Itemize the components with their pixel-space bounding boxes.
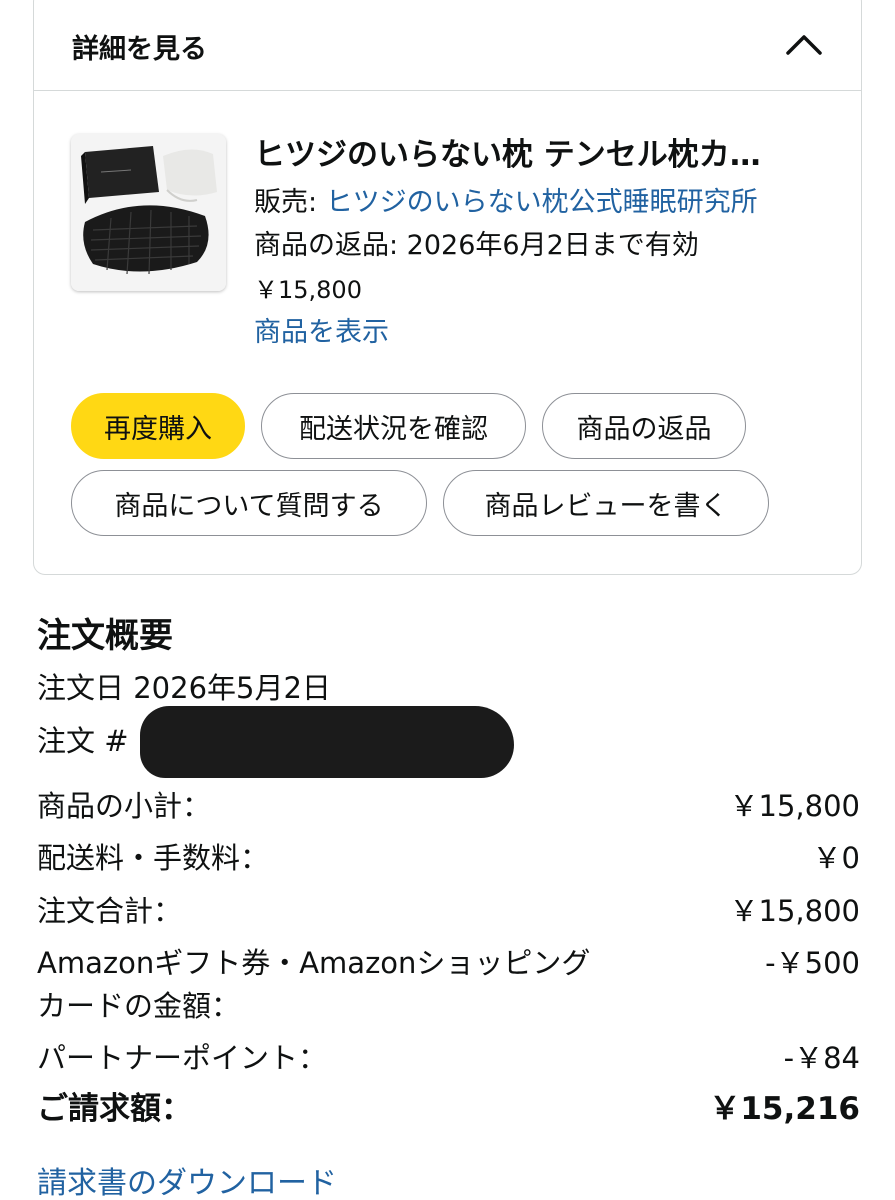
write-review-button[interactable]: 商品レビューを書く <box>443 470 769 536</box>
order-summary-title: 注文概要 <box>37 616 173 656</box>
shipping-value: ￥0 <box>812 841 860 875</box>
subtotal-label: 商品の小計： <box>37 789 212 823</box>
seller-link[interactable]: ヒツジのいらない枕公式睡眠研究所 <box>326 187 758 218</box>
view-product-link[interactable]: 商品を表示 <box>254 310 389 349</box>
partner-points-value: -￥84 <box>783 1041 860 1075</box>
ask-question-button[interactable]: 商品について質問する <box>71 470 427 536</box>
gift-card-label: Amazonギフト券・Amazonショッピング <box>37 946 591 980</box>
product-image[interactable] <box>71 134 226 291</box>
return-item-button[interactable]: 商品の返品 <box>542 393 746 459</box>
download-invoice-link[interactable]: 請求書のダウンロード <box>37 1158 337 1200</box>
partner-points-label: パートナーポイント： <box>37 1041 328 1075</box>
seller-label: 販売: <box>254 187 326 218</box>
order-total-value: ￥15,800 <box>729 894 860 928</box>
grand-total-label: ご請求額： <box>37 1091 192 1127</box>
chevron-up-icon[interactable] <box>784 29 824 59</box>
buy-again-button[interactable]: 再度購入 <box>71 393 245 459</box>
order-number-label: 注文 # <box>37 724 129 758</box>
return-eligibility: 商品の返品: 2026年6月2日まで有効 <box>254 230 699 261</box>
order-date: 注文日 2026年5月2日 <box>37 671 331 705</box>
grand-total-value: ￥15,216 <box>709 1091 860 1127</box>
details-header-title: 詳細を見る <box>72 34 207 65</box>
redacted-order-number <box>140 706 514 778</box>
shipping-label: 配送料・手数料： <box>37 841 270 875</box>
subtotal-value: ￥15,800 <box>729 789 860 823</box>
item-details-card: 詳細を見る ヒツジのいらない枕 テンセル枕カ… 販売: ヒツジのいらない枕公式睡… <box>33 0 862 575</box>
seller-line: 販売: ヒツジのいらない枕公式睡眠研究所 <box>254 180 758 219</box>
product-title[interactable]: ヒツジのいらない枕 テンセル枕カ… <box>254 129 824 174</box>
product-price: ￥15,800 <box>254 276 362 304</box>
gift-card-label-line2: カードの金額： <box>37 989 241 1023</box>
track-package-button[interactable]: 配送状況を確認 <box>261 393 526 459</box>
order-total-label: 注文合計： <box>37 894 183 928</box>
details-header[interactable]: 詳細を見る <box>34 1 861 91</box>
gift-card-value: -￥500 <box>765 946 860 980</box>
